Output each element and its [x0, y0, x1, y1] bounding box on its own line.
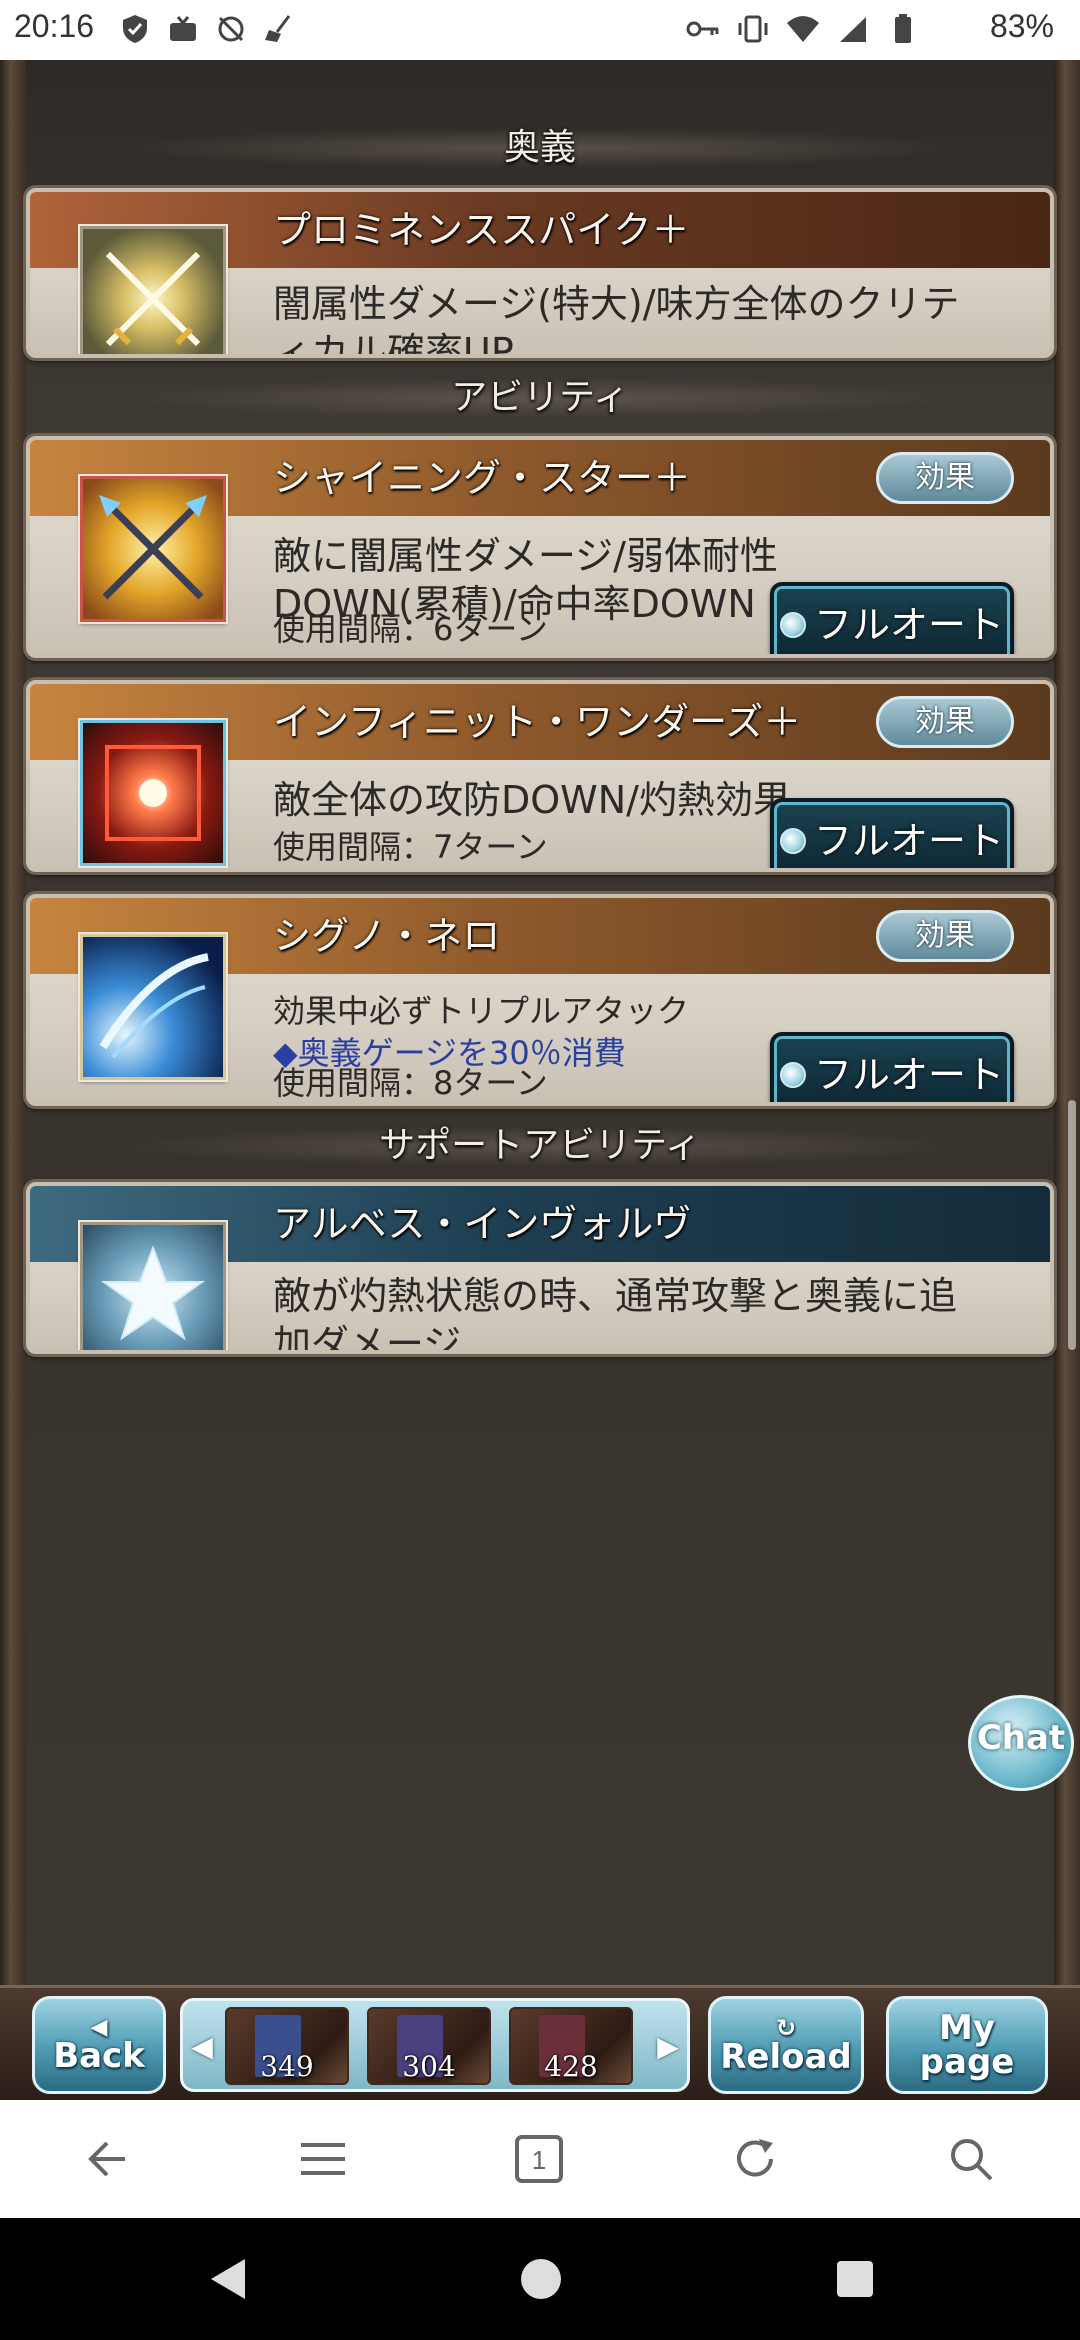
back-button[interactable]: ◀ Back [32, 1996, 166, 2094]
support-description: 敵が灼熱状態の時、通常攻撃と奥義に追 加ダメージ [273, 1274, 958, 1354]
effect-button[interactable]: 効果 [876, 452, 1014, 504]
back-arrow-icon[interactable] [82, 2134, 132, 2184]
ability-2-title: インフィニット・ワンダーズ＋ [273, 700, 802, 744]
ougi-description: 闇属性ダメージ(特大)/味方全体のクリテ ィカル確率UP [273, 282, 960, 358]
game-bottom-nav: ◀ Back ◀ 349 304 428 ▶ ↻ Reload My page [0, 1985, 1080, 2100]
ougi-title: プロミネンススパイク＋ [273, 208, 690, 252]
crossed-swords-icon [80, 226, 226, 354]
support-ability-card: アルベス・インヴォルヴ 敵が灼熱状態の時、通常攻撃と奥義に追 加ダメージ [26, 1182, 1054, 1354]
section-header-support: サポートアビリティ [0, 1116, 1080, 1176]
menu-icon[interactable] [298, 2134, 348, 2184]
game-view: 奥義 プロミネンススパイク＋ 闇属性ダメージ(特大)/味方全体のクリテ ィカル確… [0, 60, 1080, 1985]
frame-left [0, 60, 26, 1985]
item-book-2[interactable]: 304 [367, 2007, 491, 2085]
ability-card-2: インフィニット・ワンダーズ＋ 効果 敵全体の攻防DOWN/灼熱効果 使用間隔：7… [26, 680, 1054, 872]
status-left-icons [118, 12, 296, 46]
ability-card-3: シグノ・ネロ 効果 効果中必ずトリプルアタック ◆奥義ゲージを30％消費 使用間… [26, 894, 1054, 1106]
ability-card-1: シャイニング・スター＋ 効果 敵に闇属性ダメージ/弱体耐性 DOWN(累積)/命… [26, 436, 1054, 658]
fullauto-dot-icon [779, 828, 806, 854]
effect-button[interactable]: 効果 [876, 696, 1014, 748]
system-nav-bar [0, 2218, 1080, 2340]
fire-cube-icon [80, 720, 226, 866]
shield-icon [118, 12, 152, 46]
no-sync-icon [214, 12, 248, 46]
ability-1-interval: 使用間隔：6ターン [273, 610, 548, 648]
section-header-ability: アビリティ [0, 368, 1080, 428]
effect-button[interactable]: 効果 [876, 910, 1014, 962]
tv-icon [166, 12, 200, 46]
item-book-3[interactable]: 428 [509, 2007, 633, 2085]
svg-text:1: 1 [532, 2145, 546, 2175]
carousel-right-arrow-icon[interactable]: ▶ [653, 2029, 683, 2065]
broom-icon [262, 12, 296, 46]
tabs-icon[interactable]: 1 [514, 2134, 564, 2184]
item-carousel: ◀ 349 304 428 ▶ [180, 1998, 690, 2092]
nav-home-icon[interactable] [516, 2254, 566, 2304]
section-header-ougi: 奥義 [0, 118, 1080, 178]
ability-2-interval: 使用間隔：7ターン [273, 828, 548, 866]
nav-back-icon[interactable] [204, 2254, 254, 2304]
ability-3-title: シグノ・ネロ [273, 914, 501, 958]
refresh-icon[interactable] [730, 2134, 780, 2184]
ability-3-interval: 使用間隔：8ターン [273, 1064, 548, 1102]
ougi-card: プロミネンススパイク＋ 闇属性ダメージ(特大)/味方全体のクリテ ィカル確率UP [26, 188, 1054, 358]
battery-icon [886, 12, 920, 46]
nav-recents-icon[interactable] [830, 2254, 880, 2304]
status-bar: 20:16 83% [0, 0, 1080, 60]
fullauto-button-3[interactable]: フルオート [770, 1032, 1014, 1102]
status-right-icons [686, 12, 920, 46]
search-icon[interactable] [946, 2134, 996, 2184]
item-book-1[interactable]: 349 [225, 2007, 349, 2085]
wifi-icon [786, 12, 820, 46]
fullauto-dot-icon [779, 612, 806, 638]
browser-toolbar: 1 [0, 2100, 1080, 2218]
crossed-spears-icon [80, 476, 226, 622]
battery-percent: 83% [989, 8, 1054, 44]
scrollbar-thumb[interactable] [1068, 1100, 1076, 1350]
mypage-button[interactable]: My page [886, 1996, 1048, 2094]
fullauto-button-1[interactable]: フルオート [770, 582, 1014, 654]
fullauto-dot-icon [779, 1062, 806, 1088]
carousel-left-arrow-icon[interactable]: ◀ [187, 2029, 217, 2065]
signal-icon [836, 12, 870, 46]
ability-1-title: シャイニング・スター＋ [273, 456, 692, 500]
support-title: アルベス・インヴォルヴ [273, 1202, 692, 1246]
vibrate-icon [736, 12, 770, 46]
chat-button[interactable]: Chat [968, 1695, 1074, 1791]
reload-button[interactable]: ↻ Reload [708, 1996, 864, 2094]
key-icon [686, 12, 720, 46]
status-time: 20:16 [14, 8, 95, 44]
star-icon [80, 1222, 226, 1350]
frame-right [1054, 60, 1080, 1985]
blue-slash-icon [80, 934, 226, 1080]
ability-2-description: 敵全体の攻防DOWN/灼熱効果 [273, 778, 791, 822]
fullauto-button-2[interactable]: フルオート [770, 798, 1014, 868]
